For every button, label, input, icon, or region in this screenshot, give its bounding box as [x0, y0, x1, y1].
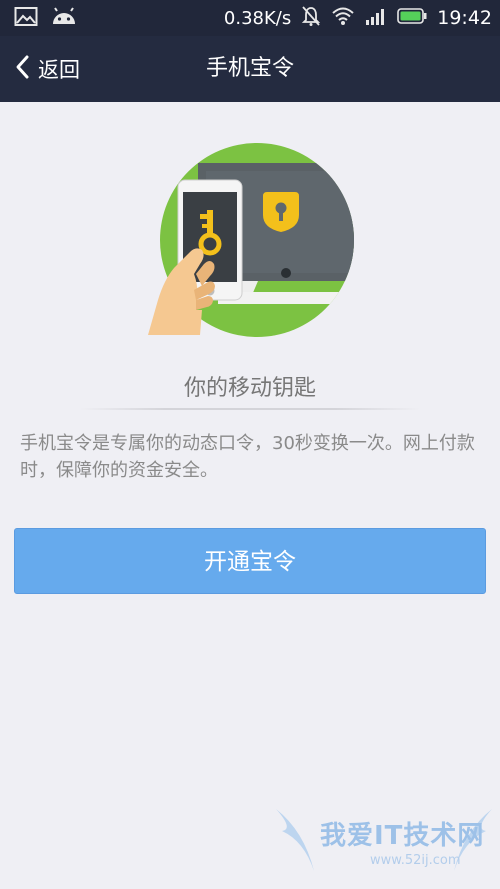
mobile-key-illustration: [140, 140, 370, 350]
status-left-icons: [14, 6, 78, 32]
back-button[interactable]: 返回: [14, 50, 80, 88]
battery-icon: [397, 7, 427, 29]
mute-bell-icon: [301, 5, 321, 32]
clock: 19:42: [437, 7, 492, 29]
android-icon: [50, 6, 78, 32]
feature-title: 你的移动钥匙: [183, 376, 316, 401]
divider: [80, 408, 420, 410]
feature-description: 手机宝令是专属你的动态口令，30秒变换一次。网上付款时，保障你的资金安全。: [20, 433, 475, 481]
back-label: 返回: [38, 58, 80, 82]
wifi-icon: [331, 6, 355, 31]
watermark: 我爱IT技术网 www.52ij.com: [274, 801, 494, 881]
status-right: 0.38K/s 19:42: [224, 0, 492, 36]
signal-icon: [365, 6, 387, 31]
watermark-url: www.52ij.com: [370, 853, 461, 868]
title-bar: 返回 手机宝令: [0, 36, 500, 102]
chevron-left-icon: [14, 54, 30, 84]
image-icon: [14, 6, 38, 32]
status-bar: 0.38K/s 19:42: [0, 0, 500, 36]
activate-token-button[interactable]: 开通宝令: [14, 528, 486, 594]
watermark-title: 我爱IT技术网: [320, 821, 485, 851]
network-speed: 0.38K/s: [223, 7, 292, 29]
